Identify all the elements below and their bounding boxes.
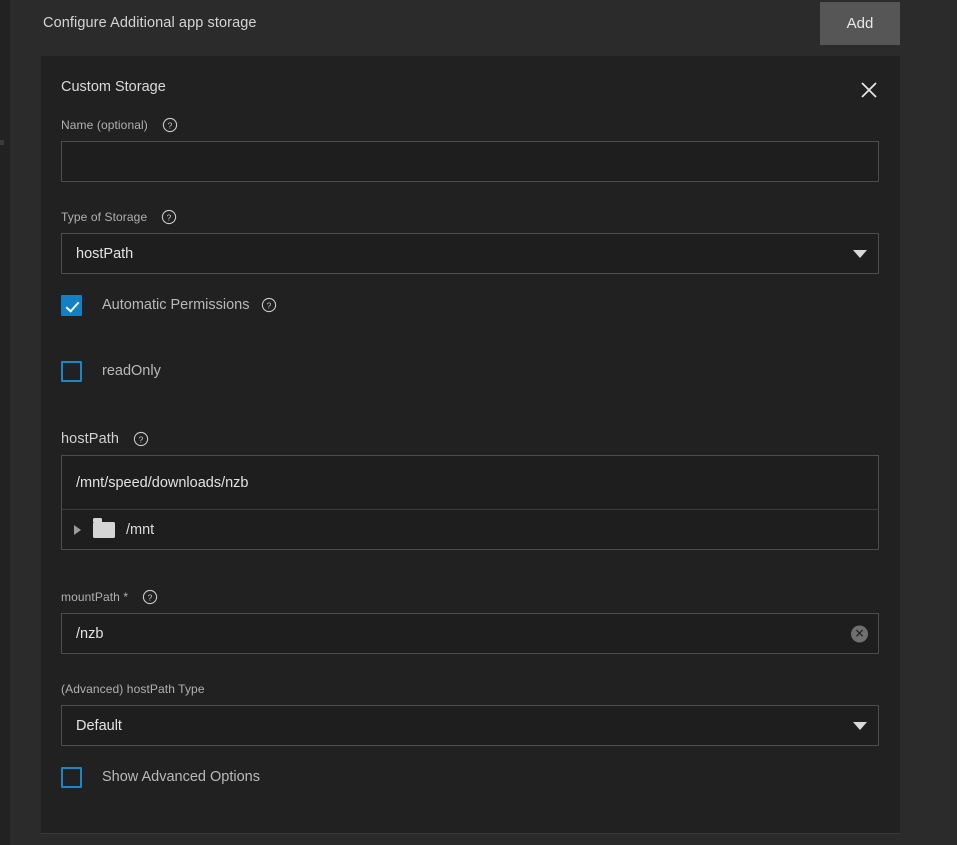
add-button[interactable]: Add [820,2,900,45]
svg-text:?: ? [168,120,173,130]
advanced-host-path-type-select[interactable]: Default [61,705,879,746]
field-mount-path: mountPath * ? ✕ [61,588,879,654]
field-host-path-label: hostPath [61,431,119,447]
host-path-tree-item[interactable]: /mnt [62,510,878,549]
field-name-label-row: Name (optional) ? [61,116,879,134]
field-mount-path-label-row: mountPath * ? [61,588,879,606]
custom-storage-card: Custom Storage Name (optional) ? [41,56,900,834]
app-root: Configure Additional app storage Add Cus… [0,0,957,845]
name-input[interactable] [61,141,879,182]
help-circle-icon[interactable]: ? [261,297,277,313]
page-title: Configure Additional app storage [43,15,257,31]
automatic-permissions-row[interactable]: Automatic Permissions ? [61,294,277,316]
clear-circle-icon[interactable]: ✕ [851,625,868,642]
field-host-path: hostPath ? /mnt [61,430,879,550]
show-advanced-options-checkbox[interactable] [61,767,82,788]
automatic-permissions-label: Automatic Permissions [102,297,249,313]
mount-path-input-wrap: ✕ [61,613,879,654]
svg-text:?: ? [167,212,172,222]
field-advanced-label-row: (Advanced) hostPath Type [61,680,879,698]
left-panel-notch [0,140,4,145]
field-host-path-label-row: hostPath ? [61,430,879,448]
field-type-of-storage: Type of Storage ? hostPath [61,208,879,274]
field-type-of-storage-label: Type of Storage [61,210,147,224]
automatic-permissions-checkbox[interactable] [61,295,82,316]
show-advanced-options-row[interactable]: Show Advanced Options [61,766,260,788]
host-path-browse-group: /mnt [61,455,879,550]
field-advanced-host-path-type-label: (Advanced) hostPath Type [61,682,205,696]
help-circle-icon[interactable]: ? [161,209,177,225]
field-type-label-row: Type of Storage ? [61,208,879,226]
mount-path-input[interactable] [61,613,879,654]
type-of-storage-select[interactable]: hostPath [61,233,879,274]
host-path-input[interactable] [62,456,878,510]
svg-text:?: ? [267,300,272,310]
folder-icon [93,522,115,538]
field-name-label: Name (optional) [61,118,148,132]
help-circle-icon[interactable]: ? [142,589,158,605]
close-icon[interactable] [849,70,889,110]
svg-text:?: ? [139,434,144,444]
field-name: Name (optional) ? [61,116,879,182]
card-title: Custom Storage [61,79,166,95]
read-only-label: readOnly [102,363,161,379]
help-circle-icon[interactable]: ? [133,431,149,447]
type-of-storage-select-wrap: hostPath [61,233,879,274]
svg-text:?: ? [148,592,153,602]
read-only-row[interactable]: readOnly [61,360,161,382]
page-header: Configure Additional app storage Add [10,0,900,47]
advanced-host-path-type-select-wrap: Default [61,705,879,746]
field-mount-path-label: mountPath * [61,590,128,604]
read-only-checkbox[interactable] [61,361,82,382]
help-circle-icon[interactable]: ? [162,117,178,133]
left-panel-edge [0,0,10,845]
field-advanced-host-path-type: (Advanced) hostPath Type Default [61,680,879,746]
host-path-tree-label: /mnt [126,522,154,538]
show-advanced-options-label: Show Advanced Options [102,769,260,785]
chevron-right-icon[interactable] [74,525,81,535]
